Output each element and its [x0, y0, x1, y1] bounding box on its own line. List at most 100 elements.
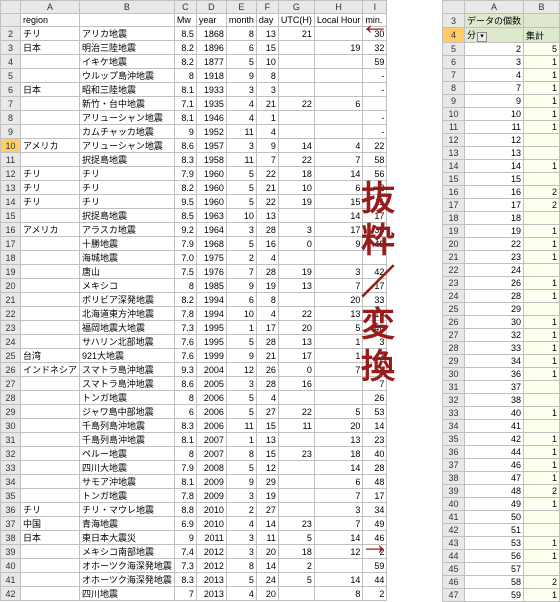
col-header[interactable]: A	[464, 1, 523, 14]
cell[interactable]	[21, 545, 80, 559]
pivot-row-field[interactable]: 分▾	[464, 28, 523, 43]
cell[interactable]: 15	[256, 447, 278, 461]
cell[interactable]	[524, 147, 560, 160]
cell[interactable]: 21	[278, 27, 314, 41]
table-row[interactable]: 20221	[442, 238, 559, 251]
cell[interactable]: 56	[464, 550, 523, 563]
cell[interactable]: 4	[464, 69, 523, 82]
cell[interactable]: 6	[226, 41, 256, 55]
cell[interactable]: 7.9	[174, 461, 196, 475]
row-header[interactable]: 41	[1, 573, 21, 587]
cell[interactable]: 1975	[196, 251, 226, 265]
cell[interactable]: メキシコ	[80, 279, 175, 293]
header-cell[interactable]: UTC(H)	[278, 14, 314, 27]
cell[interactable]	[278, 587, 314, 601]
cell[interactable]: 2006	[196, 405, 226, 419]
cell[interactable]: 47	[464, 472, 523, 485]
table-row[interactable]: 23261	[442, 277, 559, 290]
cell[interactable]: 13	[256, 27, 278, 41]
cell[interactable]: 57	[464, 563, 523, 576]
cell[interactable]	[21, 251, 80, 265]
cell[interactable]: 29	[256, 475, 278, 489]
cell[interactable]: 1	[226, 433, 256, 447]
table-row[interactable]: 16162	[442, 186, 559, 199]
cell[interactable]: 17	[256, 321, 278, 335]
cell[interactable]: 8.2	[174, 41, 196, 55]
table-row[interactable]: 2チリアリカ地震8.518688132130	[1, 27, 387, 41]
cell[interactable]: 2012	[196, 559, 226, 573]
cell[interactable]	[278, 461, 314, 475]
cell[interactable]: 17	[278, 349, 314, 363]
table-row[interactable]: 9カムチャッカ地震91952114-	[1, 125, 387, 139]
row-header[interactable]: 35	[1, 489, 21, 503]
cell[interactable]: 7.5	[174, 265, 196, 279]
cell[interactable]: 新竹・台中地震	[80, 97, 175, 111]
cell[interactable]: トンガ地震	[80, 391, 175, 405]
cell[interactable]: 7.4	[174, 545, 196, 559]
cell[interactable]: 22	[278, 153, 314, 167]
cell[interactable]: 2008	[196, 461, 226, 475]
col-header[interactable]: B	[524, 1, 560, 14]
row-header[interactable]: 41	[442, 511, 464, 524]
cell[interactable]	[21, 279, 80, 293]
cell[interactable]	[524, 14, 560, 28]
cell[interactable]: 2013	[196, 573, 226, 587]
table-row[interactable]: 17172	[442, 199, 559, 212]
cell[interactable]: 青海地震	[80, 517, 175, 531]
row-header[interactable]: 23	[442, 277, 464, 290]
cell[interactable]: 15	[256, 41, 278, 55]
cell[interactable]: 8.5	[174, 209, 196, 223]
row-header[interactable]: 17	[1, 237, 21, 251]
cell[interactable]	[21, 125, 80, 139]
cell[interactable]	[21, 559, 80, 573]
table-row[interactable]: 3441	[442, 420, 559, 433]
cell[interactable]: チリ	[80, 195, 175, 209]
row-header[interactable]: 19	[1, 265, 21, 279]
cell[interactable]	[278, 433, 314, 447]
cell[interactable]: 四川大地震	[80, 461, 175, 475]
row-header[interactable]: 5	[1, 69, 21, 83]
cell[interactable]: 6	[226, 293, 256, 307]
cell[interactable]: 2	[524, 186, 560, 199]
cell[interactable]: 2	[363, 587, 387, 601]
table-row[interactable]: 21ボリビア深発地震8.21994682033	[1, 293, 387, 307]
cell[interactable]: 2	[524, 199, 560, 212]
row-header[interactable]: 3	[1, 41, 21, 55]
cell[interactable]: 2004	[196, 363, 226, 377]
cell[interactable]: 1958	[196, 153, 226, 167]
row-header[interactable]: 29	[442, 355, 464, 368]
cell[interactable]: カムチャッカ地震	[80, 125, 175, 139]
row-header[interactable]: 30	[442, 368, 464, 381]
row-header[interactable]: 8	[1, 111, 21, 125]
cell[interactable]: 8	[256, 293, 278, 307]
cell[interactable]: 7.3	[174, 321, 196, 335]
row-header[interactable]: 46	[442, 576, 464, 589]
cell[interactable]	[524, 381, 560, 394]
cell[interactable]: 41	[464, 420, 523, 433]
table-row[interactable]: 3137	[442, 381, 559, 394]
table-row[interactable]: 40491	[442, 498, 559, 511]
cell[interactable]: 1	[524, 225, 560, 238]
cell[interactable]: 5	[226, 405, 256, 419]
row-header[interactable]: 5	[442, 43, 464, 56]
cell[interactable]: 1	[524, 238, 560, 251]
table-row[interactable]: 33四川大地震7.920085121428	[1, 461, 387, 475]
table-row[interactable]: 29ジャワ島中部地震6200652722553	[1, 405, 387, 419]
table-row[interactable]: 1313	[442, 147, 559, 160]
cell[interactable]: 7	[174, 587, 196, 601]
cell[interactable]	[314, 559, 363, 573]
header-cell[interactable]: year	[196, 14, 226, 27]
cell[interactable]: 8	[226, 559, 256, 573]
cell[interactable]	[278, 111, 314, 125]
cell[interactable]	[278, 251, 314, 265]
row-header[interactable]: 22	[442, 264, 464, 277]
table-row[interactable]: 2529	[442, 303, 559, 316]
cell[interactable]: 32	[464, 329, 523, 342]
row-header[interactable]: 24	[442, 290, 464, 303]
cell[interactable]: 2	[278, 559, 314, 573]
row-header[interactable]: 18	[442, 212, 464, 225]
table-row[interactable]: 38日本東日本大震災9201131151446	[1, 531, 387, 545]
cell[interactable]: 28	[256, 223, 278, 237]
cell[interactable]: 46	[464, 459, 523, 472]
cell[interactable]: ボリビア深発地震	[80, 293, 175, 307]
